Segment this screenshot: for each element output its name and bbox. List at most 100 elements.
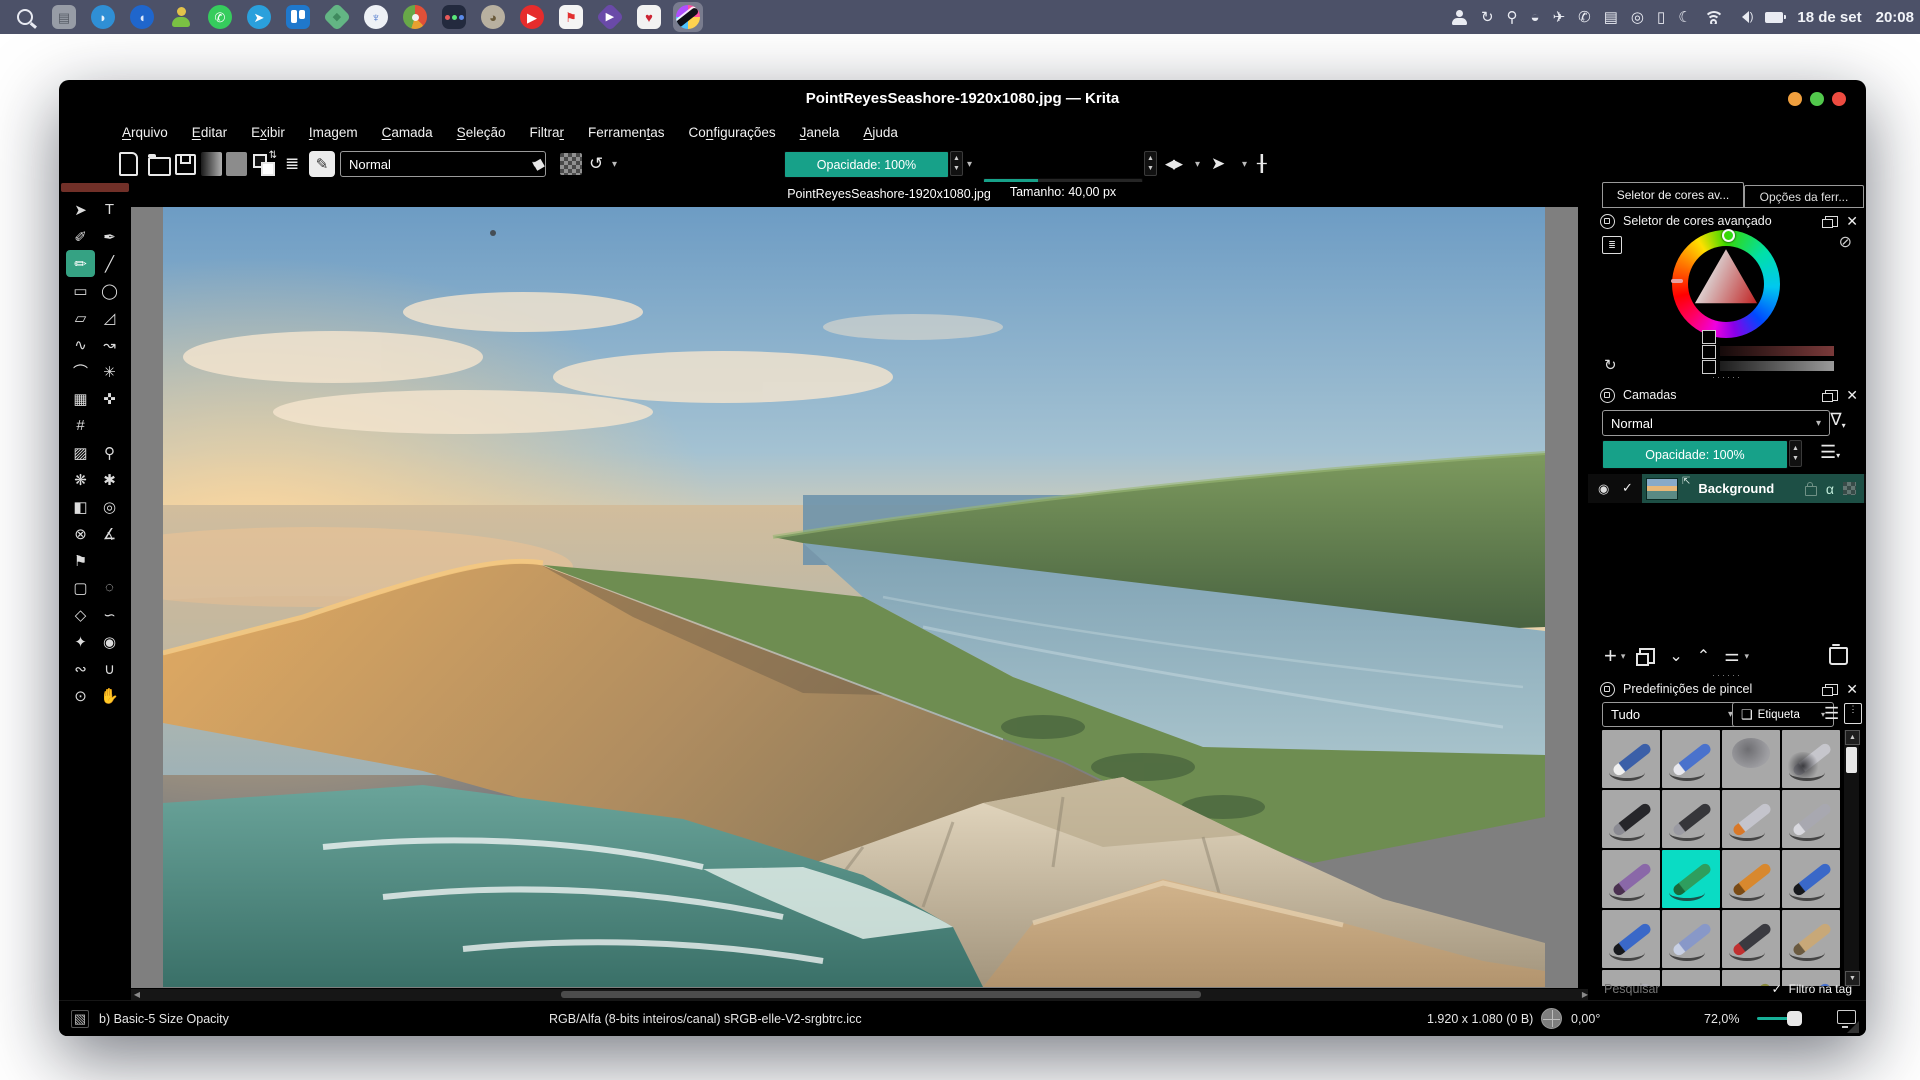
layer-alpha-checker-icon[interactable] xyxy=(1843,482,1856,495)
tool-bezier-curve[interactable]: ∿ xyxy=(66,331,95,358)
tool-pan[interactable]: ✋ xyxy=(95,682,124,709)
brush-preset-6[interactable] xyxy=(1662,790,1720,848)
app-krita[interactable] xyxy=(673,2,703,32)
app-trello[interactable] xyxy=(283,2,313,32)
app-whatsapp[interactable]: ✆ xyxy=(205,2,235,32)
tool-transform[interactable]: ▦ xyxy=(66,385,95,412)
brush-settings-toggle[interactable]: ≣ xyxy=(285,151,299,177)
layer-options-button[interactable]: ☰▾ xyxy=(1820,442,1840,463)
hue-marker[interactable] xyxy=(1722,229,1735,242)
color-swatch-2[interactable] xyxy=(1702,345,1716,359)
layer-row[interactable]: ◉ ✓ ⇱ Background α xyxy=(1588,474,1866,503)
gray-gradient-bar[interactable] xyxy=(1720,361,1834,371)
mirror-horizontal-button[interactable]: ◀▶ xyxy=(1165,151,1181,177)
tray-contacts-icon[interactable] xyxy=(1452,10,1468,25)
current-preset-label[interactable]: b) Basic-5 Size Opacity xyxy=(99,1012,229,1026)
close-icon[interactable]: ✕ xyxy=(1846,213,1858,230)
tool-line[interactable]: ╱ xyxy=(95,250,124,277)
tool-calligraphy[interactable]: ✒ xyxy=(95,223,124,250)
float-icon[interactable] xyxy=(1825,390,1838,401)
canvas-angle-value[interactable]: 0,00° xyxy=(1571,1012,1600,1026)
brush-preset-13[interactable] xyxy=(1602,910,1660,968)
tray-disk-icon[interactable]: ◎ xyxy=(1631,10,1644,25)
brush-preset-3[interactable] xyxy=(1722,730,1780,788)
brush-scrollbar-thumb[interactable] xyxy=(1846,747,1857,773)
canvas-image[interactable] xyxy=(163,207,1545,987)
tool-rectangle[interactable]: ▭ xyxy=(66,277,95,304)
tool-crop[interactable]: # xyxy=(66,412,95,439)
scroll-up-icon[interactable]: ▲ xyxy=(1845,730,1860,745)
layer-opacity-spinner[interactable]: ▲▼ xyxy=(1789,440,1802,467)
lock-icon[interactable] xyxy=(1600,388,1615,403)
color-profile-label[interactable]: RGB/Alfa (8-bits inteiros/canal) sRGB-el… xyxy=(549,1012,862,1026)
brush-preset-14[interactable] xyxy=(1662,910,1720,968)
blend-mode-combo[interactable]: Normal ▾ xyxy=(340,151,546,177)
menu-ferramentas[interactable]: Ferramentas xyxy=(577,121,676,144)
opacity-slider[interactable]: Opacidade: 100% xyxy=(784,151,949,178)
tool-freehand-select[interactable]: ∽ xyxy=(95,601,124,628)
menu-janela[interactable]: Janela xyxy=(789,121,851,144)
brush-search-input[interactable] xyxy=(1602,981,1716,997)
tab-tool-options[interactable]: Opções da ferr... xyxy=(1744,185,1864,208)
menu-arquivo[interactable]: Arquivo xyxy=(111,121,179,144)
properties-chevron[interactable]: ▾ xyxy=(1744,651,1749,662)
tool-freehand-path[interactable]: ↝ xyxy=(95,331,124,358)
brush-preset-16[interactable] xyxy=(1782,910,1840,968)
zoom-slider-handle[interactable] xyxy=(1787,1011,1802,1026)
trim-image-button[interactable]: ╂ xyxy=(1257,151,1267,177)
add-layer-button[interactable]: + xyxy=(1604,643,1617,669)
layer-alpha-icon[interactable]: α xyxy=(1826,481,1834,497)
app-play-diamond[interactable]: ▶ xyxy=(595,2,625,32)
color-wheel[interactable] xyxy=(1672,230,1780,338)
preserve-alpha-button[interactable] xyxy=(560,153,582,175)
minimize-button[interactable] xyxy=(1788,92,1802,106)
tool-bezier-select[interactable]: ∾ xyxy=(66,655,95,682)
brush-preset-1[interactable] xyxy=(1602,730,1660,788)
brush-preset-5[interactable] xyxy=(1602,790,1660,848)
tool-reference-images[interactable]: ⚑ xyxy=(66,547,95,574)
tool-select-shapes[interactable]: ➤ xyxy=(66,196,95,223)
tool-dynamic-brush[interactable]: ⌒ xyxy=(66,358,95,385)
brush-preset-8[interactable] xyxy=(1782,790,1840,848)
menu-editar[interactable]: Editar xyxy=(181,121,238,144)
app-thunderbird[interactable]: ◗ xyxy=(88,2,118,32)
tray-nightlight-icon[interactable]: ☾ xyxy=(1678,10,1691,25)
tool-edit-shapes[interactable]: ✐ xyxy=(66,223,95,250)
float-icon[interactable] xyxy=(1825,216,1838,227)
app-jellyfish[interactable]: ♆ xyxy=(361,2,391,32)
tool-similar-select[interactable]: ✦ xyxy=(66,628,95,655)
horizontal-scrollbar[interactable]: ◀ ▶ xyxy=(131,989,1591,1000)
move-layer-down-button[interactable]: ⌄ xyxy=(1669,646,1682,666)
float-icon[interactable] xyxy=(1825,684,1838,695)
tool-smart-patch[interactable]: ✱ xyxy=(95,466,124,493)
delete-layer-button[interactable] xyxy=(1829,647,1848,665)
tool-rect-select[interactable]: ▢ xyxy=(66,574,95,601)
tool-assistants[interactable]: ⊗ xyxy=(66,520,95,547)
tool-polyline[interactable]: ◿ xyxy=(95,304,124,331)
tool-polygon[interactable]: ▱ xyxy=(66,304,95,331)
brush-preset-9[interactable] xyxy=(1602,850,1660,908)
app-mail-blue[interactable]: ◖ xyxy=(127,2,157,32)
tool-poly-select[interactable]: ◇ xyxy=(66,601,95,628)
chevron-down-icon[interactable]: ▾ xyxy=(1195,151,1200,177)
tool-select-sampler[interactable]: ◉ xyxy=(95,628,124,655)
menu-configurações[interactable]: Configurações xyxy=(678,121,787,144)
toolbox-handle[interactable] xyxy=(61,183,129,192)
tray-sync-icon[interactable]: ↻ xyxy=(1481,10,1494,25)
brush-preset-15[interactable] xyxy=(1722,910,1780,968)
tool-zoom[interactable]: ⊙ xyxy=(66,682,95,709)
maximize-button[interactable] xyxy=(1810,92,1824,106)
tab-advanced-color-selector[interactable]: Seletor de cores av... xyxy=(1602,182,1744,208)
layer-visibility-icon[interactable]: ◉ xyxy=(1598,481,1609,497)
gradient-chooser[interactable] xyxy=(201,152,222,176)
app-resolve[interactable] xyxy=(439,2,469,32)
app-cards[interactable]: ♥ xyxy=(634,2,664,32)
menu-camada[interactable]: Camada xyxy=(371,121,444,144)
duplicate-layer-button[interactable] xyxy=(1639,648,1655,664)
pattern-chooser[interactable] xyxy=(226,152,247,176)
menu-imagem[interactable]: Imagem xyxy=(298,121,369,144)
add-layer-chevron[interactable]: ▾ xyxy=(1621,651,1626,662)
app-search[interactable] xyxy=(10,2,40,32)
tool-move[interactable]: ✜ xyxy=(95,385,124,412)
chevron-down-icon[interactable]: ▾ xyxy=(612,151,617,177)
